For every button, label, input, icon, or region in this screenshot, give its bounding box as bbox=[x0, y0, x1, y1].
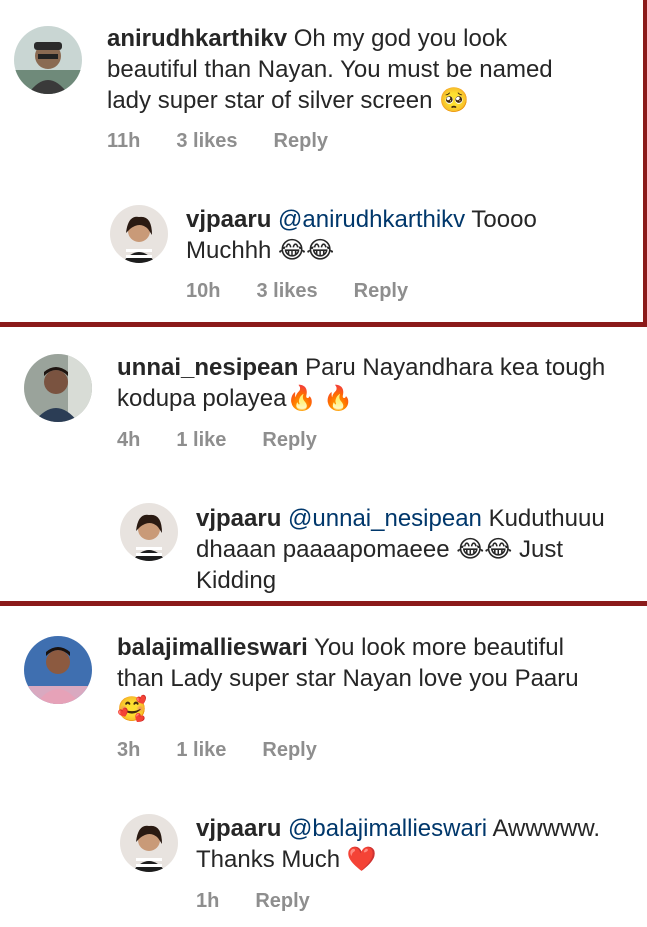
comment-line: Oh my god you look bbox=[293, 25, 508, 52]
reply-time: 1h bbox=[196, 890, 220, 912]
reply-button[interactable]: Reply bbox=[255, 890, 309, 913]
avatar[interactable] bbox=[24, 636, 92, 704]
reply-username[interactable]: vjpaaru bbox=[196, 505, 281, 532]
comment-username[interactable]: anirudhkarthikv bbox=[107, 25, 287, 52]
likes-count[interactable]: 1 like bbox=[176, 429, 226, 452]
avatar[interactable] bbox=[120, 814, 178, 872]
comment-line: 🥰 bbox=[117, 696, 147, 723]
comment-meta: 11h 3 likes Reply bbox=[107, 130, 328, 153]
comment-line: You look more beautiful bbox=[314, 634, 564, 661]
likes-count[interactable]: 3 likes bbox=[256, 280, 317, 303]
reply-line: Kidding bbox=[196, 567, 277, 594]
comment-line: than Lady super star Nayan love you Paar… bbox=[117, 665, 579, 692]
comment-time: 4h bbox=[117, 429, 141, 451]
likes-count[interactable]: 1 like bbox=[176, 739, 226, 762]
comment-text: anirudhkarthikv Oh my god you look beaut… bbox=[107, 23, 627, 116]
comment-meta: 4h 1 like Reply bbox=[117, 429, 317, 452]
reply-line: Toooo bbox=[471, 206, 537, 233]
reply-meta: 10h 3 likes Reply bbox=[186, 280, 408, 303]
reply-line: dhaaan paaaapomaeee 😂😂 Just bbox=[196, 536, 564, 563]
reply-line: Awwwww. bbox=[492, 815, 601, 842]
comment-text: unnai_nesipean Paru Nayandhara kea tough… bbox=[117, 352, 637, 414]
reply-username[interactable]: vjpaaru bbox=[186, 206, 271, 233]
avatar[interactable] bbox=[24, 354, 92, 422]
mention-link[interactable]: @unnai_nesipean bbox=[288, 505, 482, 532]
comment-meta: 3h 1 like Reply bbox=[117, 739, 317, 762]
comment-text: balajimallieswari You look more beautifu… bbox=[117, 632, 637, 725]
comment-panel-3: balajimallieswari You look more beautifu… bbox=[0, 606, 647, 927]
avatar[interactable] bbox=[120, 503, 178, 561]
reply-username[interactable]: vjpaaru bbox=[196, 815, 281, 842]
comment-username[interactable]: balajimallieswari bbox=[117, 634, 308, 661]
reply-text: vjpaaru @balajimallieswari Awwwww. Thank… bbox=[196, 813, 636, 875]
mention-link[interactable]: @anirudhkarthikv bbox=[278, 206, 465, 233]
comment-time: 11h bbox=[107, 130, 141, 152]
avatar[interactable] bbox=[14, 26, 82, 94]
comment-line: beautiful than Nayan. You must be named bbox=[107, 56, 553, 83]
avatar[interactable] bbox=[110, 205, 168, 263]
reply-button[interactable]: Reply bbox=[354, 280, 408, 303]
comment-panel-1: anirudhkarthikv Oh my god you look beaut… bbox=[0, 0, 647, 327]
likes-count[interactable]: 3 likes bbox=[176, 130, 237, 153]
reply-line: Muchhh 😂😂 bbox=[186, 237, 335, 264]
comment-panel-2: unnai_nesipean Paru Nayandhara kea tough… bbox=[0, 327, 647, 606]
reply-text: vjpaaru @unnai_nesipean Kuduthuuu dhaaan… bbox=[196, 503, 636, 596]
reply-button[interactable]: Reply bbox=[262, 739, 316, 762]
comment-line: kodupa polayea🔥 🔥 bbox=[117, 385, 353, 412]
comment-username[interactable]: unnai_nesipean bbox=[117, 354, 298, 381]
comment-line: Paru Nayandhara kea tough bbox=[305, 354, 606, 381]
mention-link[interactable]: @balajimallieswari bbox=[288, 815, 487, 842]
reply-button[interactable]: Reply bbox=[274, 130, 328, 153]
reply-meta: 1h Reply bbox=[196, 890, 310, 913]
comment-line: lady super star of silver screen 🥺 bbox=[107, 87, 470, 114]
reply-time: 10h bbox=[186, 280, 221, 302]
reply-line: Thanks Much ❤️ bbox=[196, 846, 377, 873]
reply-text: vjpaaru @anirudhkarthikv Toooo Muchhh 😂😂 bbox=[186, 204, 626, 266]
reply-button[interactable]: Reply bbox=[262, 429, 316, 452]
reply-line: Kuduthuuu bbox=[488, 505, 605, 532]
comment-time: 3h bbox=[117, 739, 141, 761]
